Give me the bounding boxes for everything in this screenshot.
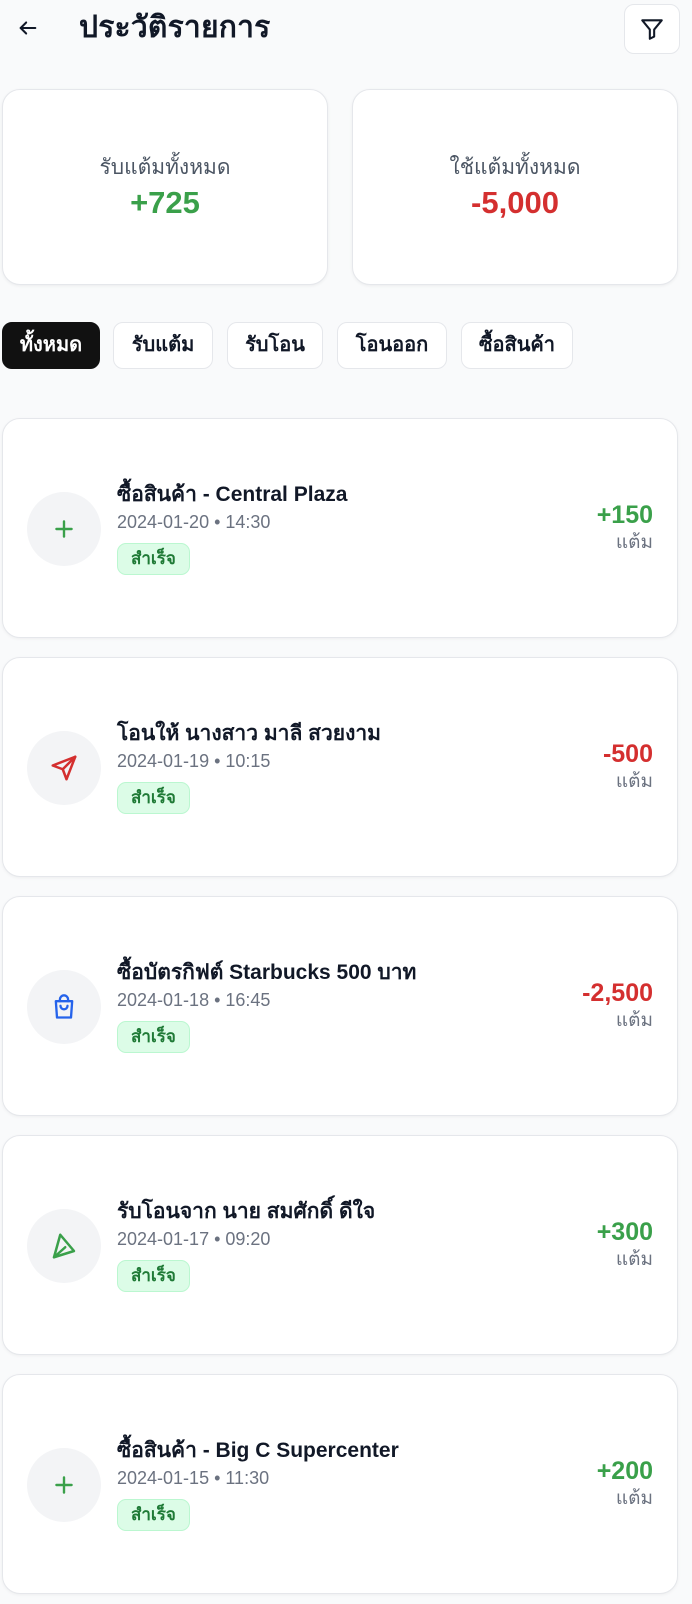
transaction-amount: +150 xyxy=(596,501,653,529)
earned-points-label: รับแต้มทั้งหมด xyxy=(99,156,231,179)
transaction-title: ซื้อสินค้า - Central Plaza xyxy=(117,483,348,506)
transaction-datetime: 2024-01-19 • 10:15 xyxy=(117,751,271,771)
transaction-card[interactable]: ซื้อสินค้า - Central Plaza 2024-01-20 • … xyxy=(2,418,678,638)
transaction-icon-badge xyxy=(27,1209,101,1283)
transaction-card[interactable]: รับโอนจาก นาย สมศักดิ์ ดีใจ 2024-01-17 •… xyxy=(2,1135,678,1355)
send-icon xyxy=(51,755,77,781)
earned-points-value: +725 xyxy=(130,185,200,220)
transaction-title: ซื้อสินค้า - Big C Supercenter xyxy=(117,1439,399,1462)
transaction-title: รับโอนจาก นาย สมศักดิ์ ดีใจ xyxy=(117,1200,376,1223)
shopping-bag-icon xyxy=(54,994,74,1019)
transaction-amount: +200 xyxy=(596,1457,653,1485)
tab-all[interactable]: ทั้งหมด xyxy=(2,322,100,369)
points-unit: แต้ม xyxy=(615,1249,653,1270)
tab-transfer-out[interactable]: โอนออก xyxy=(337,322,447,369)
earned-points-card: รับแต้มทั้งหมด +725 xyxy=(2,89,328,285)
transaction-title: โอนให้ นางสาว มาลี สวยงาม xyxy=(117,722,381,745)
points-unit: แต้ม xyxy=(615,771,653,792)
back-button[interactable] xyxy=(8,8,48,48)
status-badge: สำเร็จ xyxy=(117,1021,190,1053)
tab-receive-transfer[interactable]: รับโอน xyxy=(227,322,323,369)
points-unit: แต้ม xyxy=(615,1010,653,1031)
spent-points-value: -5,000 xyxy=(471,185,559,220)
spent-points-label: ใช้แต้มทั้งหมด xyxy=(449,156,581,179)
transaction-amount: -2,500 xyxy=(582,979,653,1007)
points-unit: แต้ม xyxy=(615,532,653,553)
tab-purchase[interactable]: ซื้อสินค้า xyxy=(461,322,573,369)
filter-icon xyxy=(641,19,663,40)
status-badge: สำเร็จ xyxy=(117,543,190,575)
status-badge: สำเร็จ xyxy=(117,1260,190,1292)
transaction-icon-badge xyxy=(27,492,101,566)
transaction-icon-badge xyxy=(27,731,101,805)
transaction-datetime: 2024-01-18 • 16:45 xyxy=(117,990,271,1010)
transaction-card[interactable]: ซื้อบัตรกิฟต์ Starbucks 500 บาท 2024-01-… xyxy=(2,896,678,1116)
page-title: ประวัติรายการ xyxy=(79,11,271,44)
status-badge: สำเร็จ xyxy=(117,1499,190,1531)
spent-points-card: ใช้แต้มทั้งหมด -5,000 xyxy=(352,89,678,285)
plus-icon xyxy=(55,520,73,538)
transaction-title: ซื้อบัตรกิฟต์ Starbucks 500 บาท xyxy=(117,961,417,984)
transaction-amount: -500 xyxy=(602,740,653,768)
transaction-amount: +300 xyxy=(596,1218,653,1246)
points-unit: แต้ม xyxy=(615,1488,653,1509)
filter-button[interactable] xyxy=(624,4,680,54)
transaction-icon-badge xyxy=(27,970,101,1044)
receive-icon xyxy=(52,1233,76,1259)
transaction-card[interactable]: โอนให้ นางสาว มาลี สวยงาม 2024-01-19 • 1… xyxy=(2,657,678,877)
arrow-left-icon xyxy=(19,21,37,35)
transaction-datetime: 2024-01-20 • 14:30 xyxy=(117,512,271,532)
transaction-icon-badge xyxy=(27,1448,101,1522)
status-badge: สำเร็จ xyxy=(117,782,190,814)
transaction-datetime: 2024-01-17 • 09:20 xyxy=(117,1229,271,1249)
transaction-card[interactable]: ซื้อสินค้า - Big C Supercenter 2024-01-1… xyxy=(2,1374,678,1594)
tab-earn-points[interactable]: รับแต้ม xyxy=(113,322,213,369)
transaction-datetime: 2024-01-15 • 11:30 xyxy=(117,1468,270,1488)
header: ประวัติรายการ xyxy=(0,0,692,58)
transaction-history-page: ประวัติรายการ รับแต้มทั้งหมด +725 ใช้แต้… xyxy=(0,0,692,1604)
plus-icon xyxy=(55,1476,73,1494)
